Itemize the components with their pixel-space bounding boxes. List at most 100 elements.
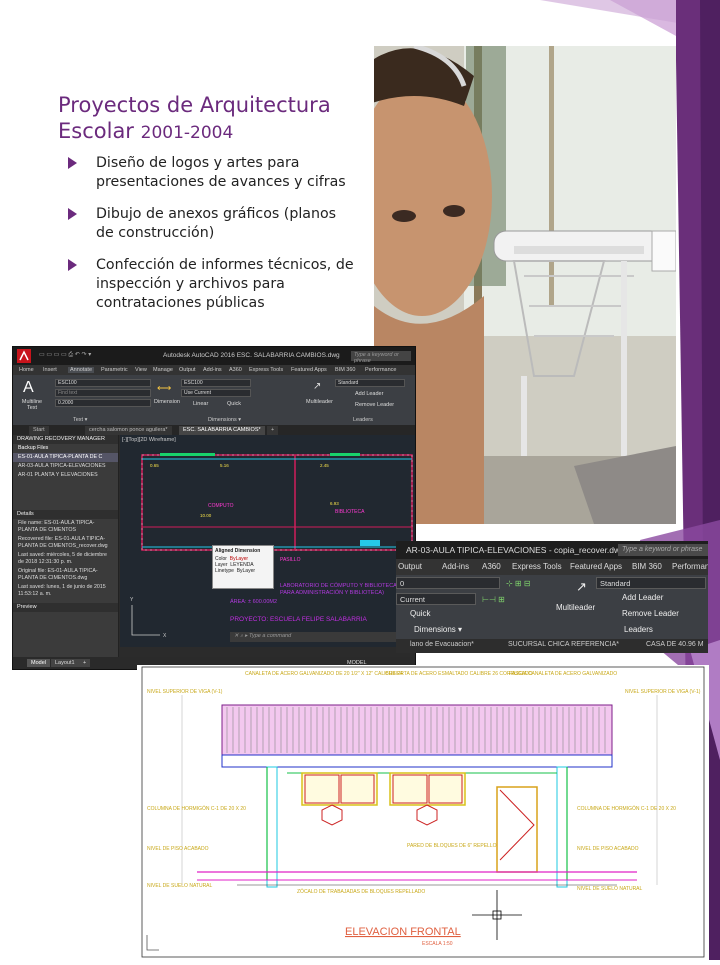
tab-output[interactable]: Output — [398, 562, 422, 571]
text-style-select[interactable]: ESC100 — [55, 379, 151, 387]
tab-bim360[interactable]: BIM 360 — [335, 367, 355, 373]
room-label-pasillo: PASILLO — [280, 557, 301, 563]
doc-tab-plano[interactable]: lano de Evacuacion* — [410, 641, 474, 648]
detail-line: Original file: ES-01-AULA TIPICA-PLANTA … — [18, 568, 98, 581]
ribbon-tabs: Home Insert Annotate Parametric View Man… — [13, 365, 415, 375]
elev-label: PARED DE BLOQUES DE 6" REPELLO — [407, 843, 497, 849]
add-layout-button[interactable]: + — [79, 659, 91, 667]
remove-leader-button[interactable]: Remove Leader — [355, 402, 394, 408]
tab-output[interactable]: Output — [179, 367, 196, 373]
autocad-window-zoomed: AR-03-AULA TIPICA-ELEVACIONES - copia_re… — [396, 541, 708, 653]
tab-express-tools[interactable]: Express Tools — [512, 562, 562, 571]
dim-layer-select[interactable]: Use Current — [181, 389, 251, 397]
tab-parametric[interactable]: Parametric — [101, 367, 128, 373]
dim-adjust-icon[interactable]: ⊢⊣ ⊞ — [482, 595, 505, 604]
bullet-item: Confección de informes técnicos, de insp… — [68, 256, 358, 313]
leader-style-select[interactable]: Standard — [335, 379, 405, 387]
remove-leader-button[interactable]: Remove Leader — [622, 609, 679, 618]
bullet-arrow-icon — [68, 208, 77, 220]
detail-line: Last saved: miércoles, 5 de diciembre de… — [18, 552, 107, 565]
bullet-item: Diseño de logos y artes para presentacio… — [68, 154, 358, 192]
backup-file-item[interactable]: AR-03-AULA TIPICA-ELEVACIONES — [13, 462, 118, 471]
aligned-dimension-tooltip: Aligned Dimension Color ByLayer Layer LE… — [212, 545, 274, 589]
bullet-arrow-icon — [68, 157, 77, 169]
quick-access-toolbar[interactable]: ▭ ▭ ▭ ▭ ⎙ ↶ ↷ ▾ — [39, 351, 91, 359]
multileader-icon[interactable]: ↗ — [576, 579, 587, 595]
window-title: Autodesk AutoCAD 2016 ESC. SALABARRIA CA… — [163, 352, 340, 359]
multileader-button[interactable]: Multileader — [556, 603, 595, 612]
add-leader-button[interactable]: Add Leader — [622, 593, 663, 602]
quick-button[interactable]: Quick — [410, 609, 430, 618]
detail-line: File name: ES-01-AULA TIPICA-PLANTA DE C… — [18, 520, 95, 533]
multileader-icon[interactable]: ↗ — [313, 381, 321, 392]
doc-tab-sucursal[interactable]: SUCURSAL CHICA REFERENCIA* — [508, 641, 619, 648]
multileader-button[interactable]: Multileader — [306, 399, 333, 405]
tab-express-tools[interactable]: Express Tools — [249, 367, 283, 373]
elev-label: NIVEL DE SUELO NATURAL — [577, 886, 643, 892]
tab-addins[interactable]: Add-ins — [203, 367, 222, 373]
room-label-computo: COMPUTO — [208, 503, 234, 509]
backup-file-item[interactable]: AR-01 PLANTA Y ELEVACIONES — [13, 471, 118, 480]
tab-performance[interactable]: Performance — [365, 367, 397, 373]
ribbon-panel: A Multiline Text ESC100 Find text 0.2000… — [13, 375, 415, 425]
details-header: Details — [13, 510, 118, 519]
elev-label: NIVEL SUPERIOR DE VIGA (V-1) — [625, 689, 701, 695]
text-height-input[interactable]: 0.2000 — [55, 399, 151, 407]
linear-button[interactable]: Linear — [193, 401, 208, 407]
dim-style-select[interactable]: ESC100 — [181, 379, 251, 387]
panel-leaders-title: Leaders — [353, 417, 373, 423]
doc-tab-casa[interactable]: CASA DE 40.96 M — [646, 641, 704, 648]
tab-addins[interactable]: Add-ins — [442, 562, 469, 571]
svg-text:Y: Y — [130, 597, 134, 603]
note-line: PARA ADMINISTRACIÓN Y BIBLIOTECA) — [280, 589, 384, 596]
drawing-canvas[interactable]: [-][Top][2D Wireframe] 0.65 5.16 2.45 10… — [120, 435, 415, 647]
tab-home[interactable]: Home — [19, 367, 34, 373]
title-years: 2001-2004 — [140, 123, 234, 143]
zoomed-ribbon-panel: 0 Current ⊹ ⊞ ⊟ ⊢⊣ ⊞ Quick ↗ Multileader… — [396, 575, 708, 639]
slide-title: Proyectos de Arquitectura Escolar 2001-2… — [58, 92, 378, 146]
multiline-text-label[interactable]: Multiline Text — [17, 399, 47, 411]
dim-tools-icon[interactable]: ⊹ ⊞ ⊟ — [506, 579, 531, 588]
area-label: ÁREA: ± 600.00M2 — [230, 598, 277, 605]
multiline-text-icon[interactable]: A — [23, 379, 34, 397]
bullet-item: Dibujo de anexos gráficos (planos de con… — [68, 205, 358, 243]
dimension-button[interactable]: Dimension — [154, 399, 180, 405]
dim-layer-select[interactable]: Current — [396, 593, 476, 605]
tab-featured-apps[interactable]: Featured Apps — [291, 367, 327, 373]
panel-text-title[interactable]: Text ▾ — [73, 417, 87, 423]
tab-annotate[interactable]: Annotate — [68, 367, 95, 373]
tab-insert[interactable]: Insert — [43, 367, 57, 373]
dimension-icon[interactable]: ⟷ — [157, 383, 171, 394]
add-leader-button[interactable]: Add Leader — [355, 391, 383, 397]
tab-bim360[interactable]: BIM 360 — [632, 562, 662, 571]
zoomed-search-input[interactable]: Type a keyword or phrase — [618, 544, 708, 556]
panel-dimensions-title[interactable]: Dimensions ▾ — [208, 417, 241, 423]
tab-a360[interactable]: A360 — [229, 367, 242, 373]
dim-style-select[interactable]: 0 — [396, 577, 500, 589]
backup-file-item[interactable]: ES-01-AULA TIPICA-PLANTA DE C — [13, 453, 118, 462]
tab-manage[interactable]: Manage — [153, 367, 173, 373]
search-input[interactable]: Type a keyword or phrase — [351, 351, 411, 364]
find-text-input[interactable]: Find text — [55, 389, 151, 397]
tab-view[interactable]: View — [135, 367, 147, 373]
command-line-input[interactable]: ✕ ⌕ ▸ Type a command — [230, 632, 410, 642]
elevation-scale: ESCALA 1:50 — [422, 941, 453, 947]
elev-label: NIVEL DE PISO ACABADO — [577, 846, 639, 852]
doc-tab-start[interactable]: Start — [29, 426, 49, 435]
tab-a360[interactable]: A360 — [482, 562, 501, 571]
panel-dimensions-title[interactable]: Dimensions ▾ — [414, 625, 462, 634]
backup-files-label: Backup Files — [18, 445, 49, 451]
panel-leaders-title: Leaders — [624, 625, 653, 634]
tab-performance[interactable]: Performance — [672, 562, 708, 571]
layout-tab-layout1[interactable]: Layout1 — [51, 659, 79, 667]
doc-tab-salabarria[interactable]: ESC. SALABARRIA CAMBIOS* — [179, 426, 265, 435]
doc-tab-cercha[interactable]: cercha salomon ponce aguilera* — [85, 426, 172, 435]
zoomed-ribbon-tabs: Output Add-ins A360 Express Tools Featur… — [396, 559, 708, 575]
elev-label: FASCIA CANALETA DE ACERO GALVANIZADO — [509, 671, 617, 677]
front-elevation-drawing: NIVEL SUPERIOR DE VIGA (V-1) CANALETA DE… — [137, 665, 709, 960]
leader-style-select[interactable]: Standard — [596, 577, 706, 589]
layout-tab-model[interactable]: Model — [27, 659, 50, 667]
new-tab-button[interactable]: + — [267, 426, 279, 435]
tab-featured-apps[interactable]: Featured Apps — [570, 562, 622, 571]
quick-button[interactable]: Quick — [227, 401, 241, 407]
